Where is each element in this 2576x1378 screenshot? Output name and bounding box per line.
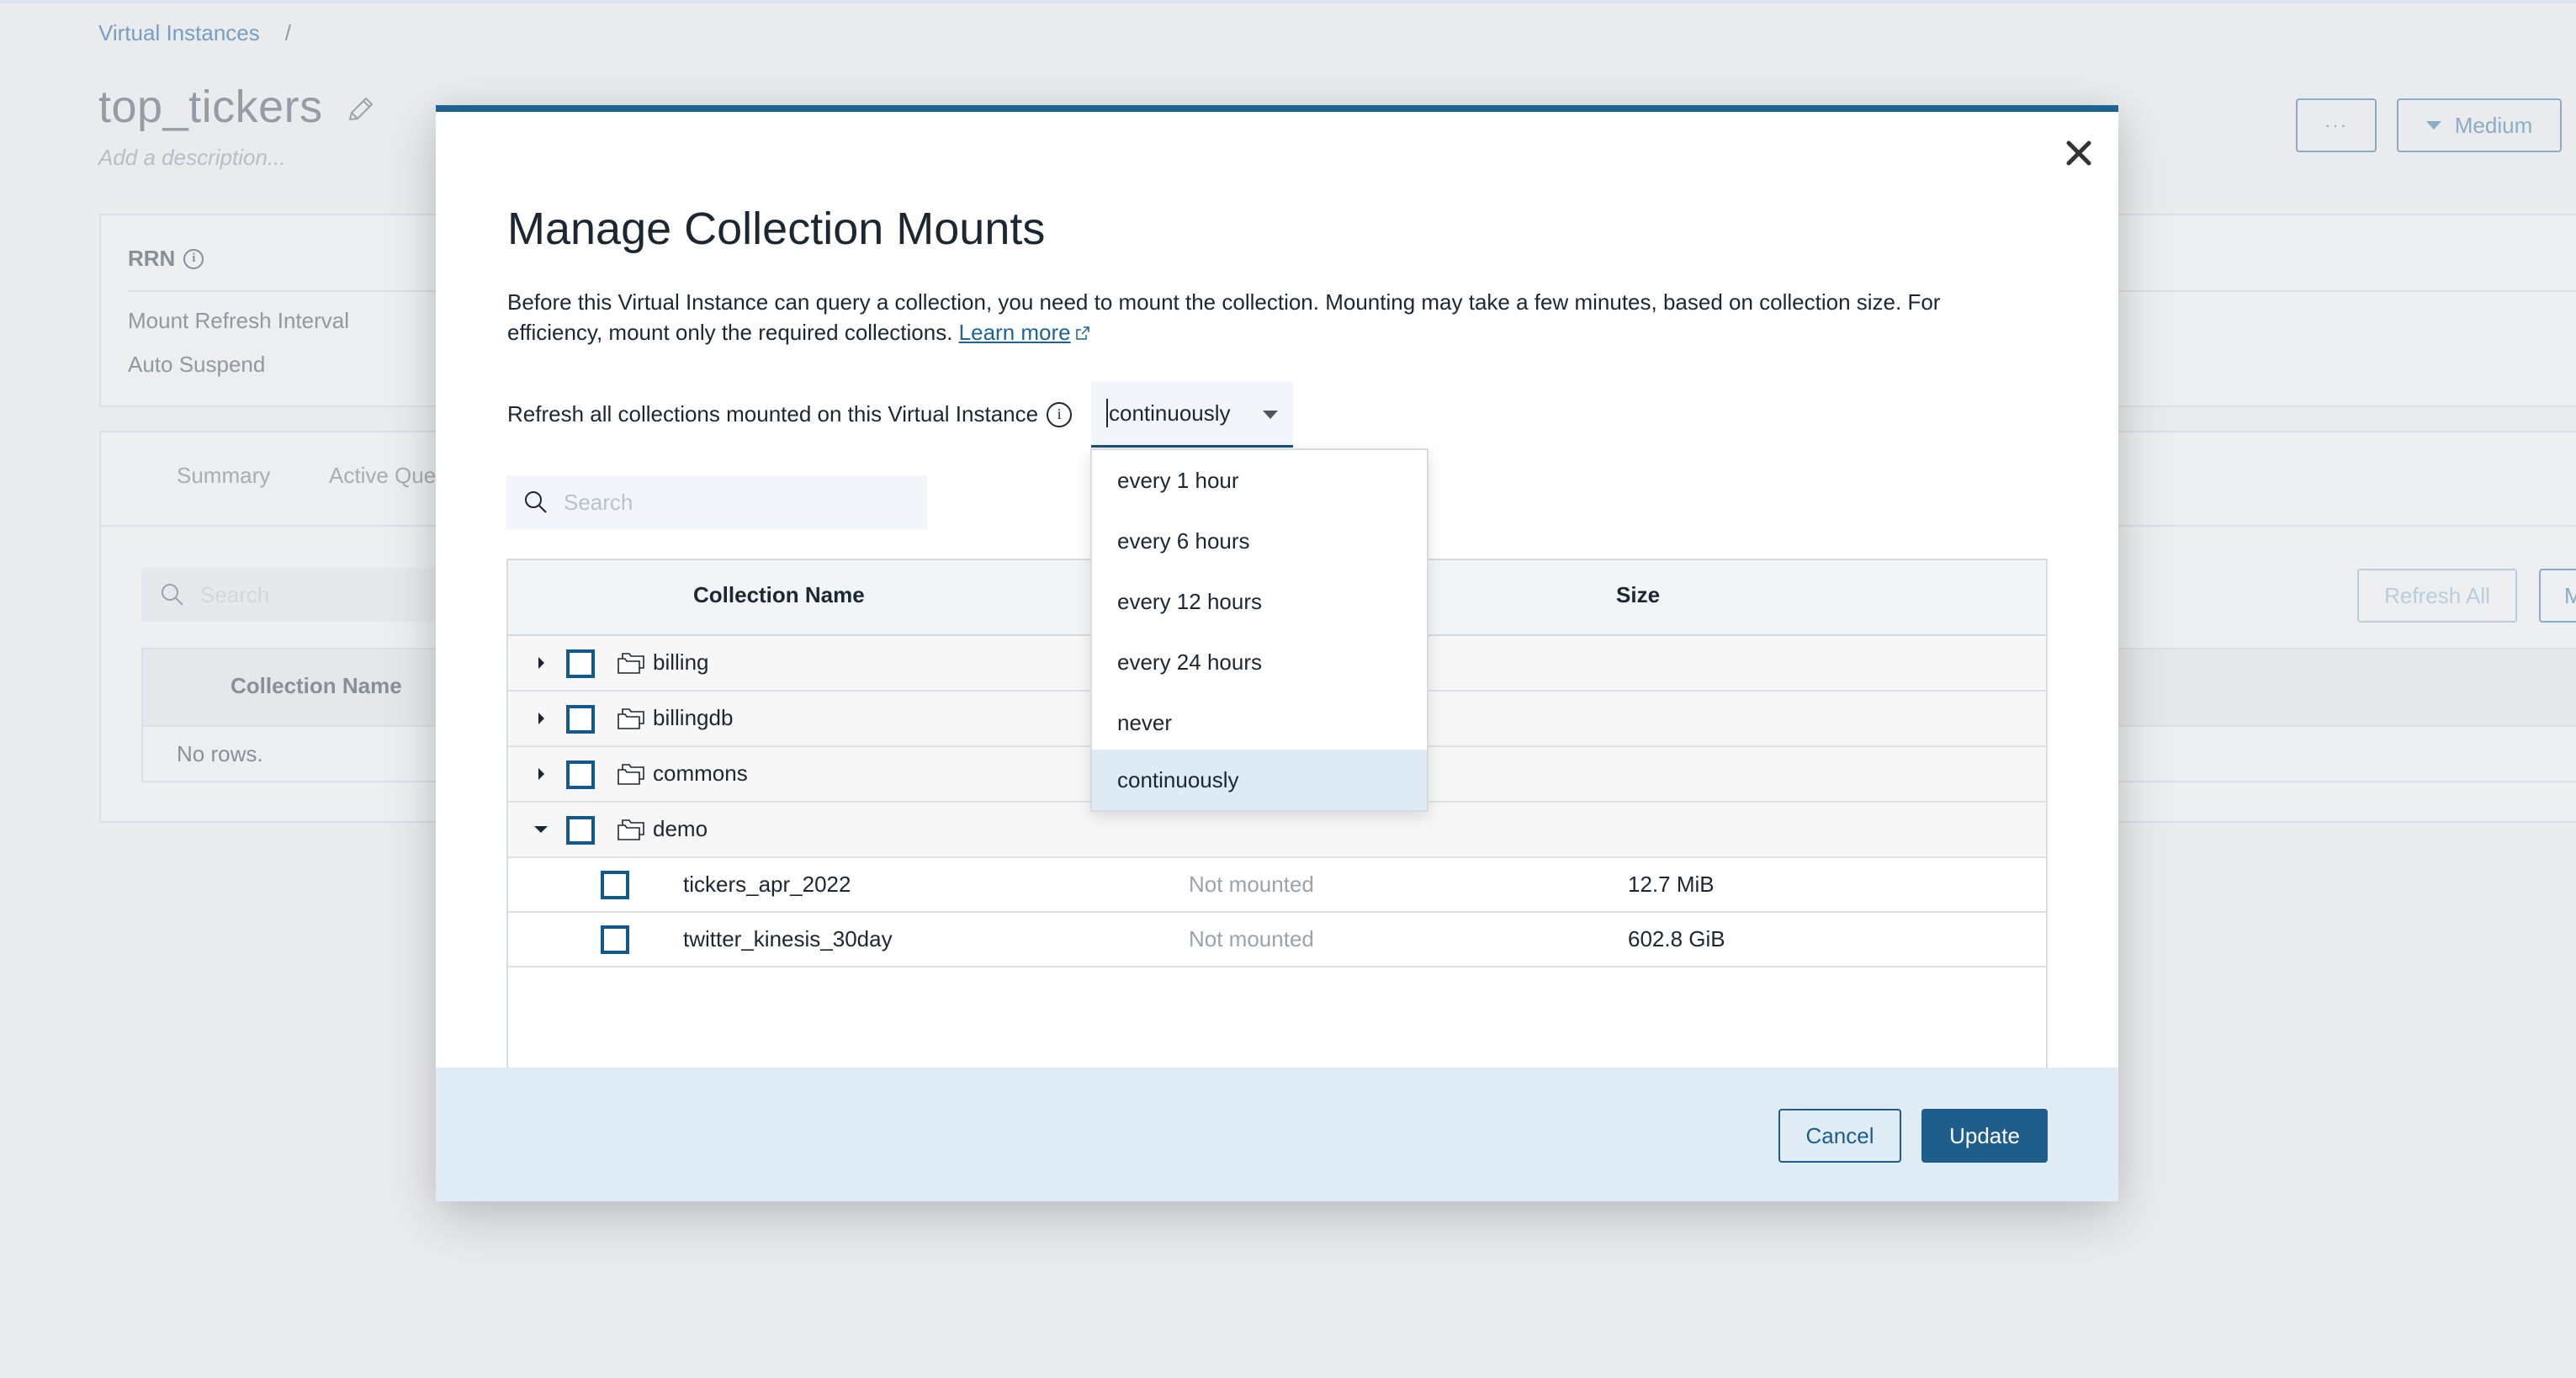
mount-status: Not mounted — [1189, 872, 1314, 897]
row-checkbox[interactable] — [566, 816, 595, 845]
row-checkbox[interactable] — [566, 705, 595, 734]
menu-item-continuously[interactable]: continuously — [1092, 750, 1427, 810]
folder-icon — [617, 708, 644, 729]
row-checkbox[interactable] — [601, 925, 629, 954]
workspace-name: commons — [653, 761, 748, 786]
external-link-icon — [1075, 326, 1089, 340]
manage-mounts-button[interactable]: M — [2539, 569, 2576, 623]
modal-title: Manage Collection Mounts — [507, 204, 1046, 254]
search-icon — [162, 584, 183, 606]
expand-toggle[interactable] — [533, 655, 549, 670]
breadcrumb-separator: / — [284, 20, 291, 45]
close-button[interactable] — [2059, 134, 2098, 172]
search-field[interactable] — [564, 489, 917, 516]
refresh-all-button[interactable]: Refresh All — [2357, 569, 2517, 623]
folder-icon — [617, 653, 644, 674]
search-icon — [525, 491, 547, 513]
info-icon[interactable]: i — [183, 248, 204, 269]
column-header-collection-name[interactable]: Collection Name — [231, 673, 402, 699]
info-icon[interactable]: i — [1047, 401, 1073, 427]
workspace-name: billing — [653, 649, 709, 675]
row-checkbox[interactable] — [601, 871, 629, 899]
breadcrumb-virtual-instances[interactable]: Virtual Instances — [98, 20, 260, 45]
folder-icon — [617, 819, 644, 840]
cancel-button[interactable]: Cancel — [1778, 1109, 1901, 1163]
auto-suspend-label: Auto Suspend — [128, 352, 266, 377]
selected-value: continuously — [1109, 400, 1231, 426]
pencil-icon[interactable] — [343, 94, 377, 128]
column-header-collection-name[interactable]: Collection Name — [693, 582, 865, 608]
menu-item-every-6-hours[interactable]: every 6 hours — [1092, 511, 1427, 571]
chevron-down-icon — [1263, 411, 1278, 419]
collection-size: 12.7 MiB — [1628, 872, 1715, 897]
refresh-label-text: Refresh all collections mounted on this … — [507, 401, 1039, 427]
caret-right-icon — [538, 768, 544, 780]
folder-icon — [617, 764, 644, 785]
collection-search-input[interactable] — [506, 475, 927, 529]
learn-more-text: Learn more — [958, 320, 1071, 345]
modal-footer: Cancel Update — [436, 1068, 2118, 1201]
tab-active-queries[interactable]: Active Que — [329, 463, 436, 489]
empty-state: No rows. — [177, 741, 263, 766]
refresh-interval-label: Refresh all collections mounted on this … — [507, 401, 1073, 427]
caret-down-icon — [534, 826, 548, 833]
caret-right-icon — [538, 713, 544, 724]
more-actions-button[interactable]: ··· — [2296, 98, 2377, 152]
caret-right-icon — [538, 657, 544, 669]
mount-status: Not mounted — [1189, 926, 1314, 951]
mount-refresh-interval-label: Mount Refresh Interval — [128, 308, 350, 333]
caret-down-icon — [2425, 121, 2441, 130]
modal-accent-bar — [436, 105, 2118, 112]
text-cursor — [1106, 399, 1108, 427]
top-strip — [0, 0, 2576, 3]
expand-toggle[interactable] — [533, 711, 549, 726]
description-placeholder[interactable]: Add a description... — [98, 145, 286, 171]
instance-size-label: Medium — [2454, 112, 2533, 138]
menu-item-never[interactable]: never — [1092, 692, 1427, 753]
close-icon — [2066, 140, 2091, 166]
collection-size: 602.8 GiB — [1628, 926, 1725, 951]
tab-summary[interactable]: Summary — [177, 463, 270, 489]
menu-item-every-12-hours[interactable]: every 12 hours — [1092, 571, 1427, 632]
rrn-text: RRN — [128, 246, 176, 271]
collection-name: tickers_apr_2022 — [683, 872, 851, 897]
table-row[interactable]: tickers_apr_2022 Not mounted 12.7 MiB — [508, 858, 2046, 913]
learn-more-link[interactable]: Learn more — [959, 320, 1091, 345]
description-text: Before this Virtual Instance can query a… — [507, 289, 1941, 345]
menu-item-every-1-hour[interactable]: every 1 hour — [1092, 450, 1427, 511]
table-row[interactable]: twitter_kinesis_30day Not mounted 602.8 … — [508, 913, 2046, 967]
breadcrumb: Virtual Instances / — [98, 20, 291, 46]
refresh-interval-menu: every 1 hour every 6 hours every 12 hour… — [1090, 448, 1428, 812]
rrn-label: RRN i — [128, 246, 204, 272]
page-title: top_tickers — [98, 82, 323, 132]
row-checkbox[interactable] — [566, 649, 595, 678]
collapse-toggle[interactable] — [533, 822, 549, 837]
manage-collection-mounts-modal: Manage Collection Mounts Before this Vir… — [436, 105, 2118, 1201]
modal-description: Before this Virtual Instance can query a… — [507, 287, 2022, 347]
collection-name: twitter_kinesis_30day — [683, 926, 893, 951]
search-placeholder: Search — [200, 581, 270, 607]
update-button[interactable]: Update — [1921, 1109, 2048, 1163]
instance-size-button[interactable]: Medium — [2397, 98, 2562, 152]
workspace-name: billingdb — [653, 705, 734, 730]
column-header-size[interactable]: Size — [1616, 582, 1660, 608]
workspace-name: demo — [653, 816, 708, 841]
row-checkbox[interactable] — [566, 761, 595, 789]
menu-item-every-24-hours[interactable]: every 24 hours — [1092, 632, 1427, 692]
refresh-interval-select[interactable]: continuously — [1091, 381, 1293, 448]
expand-toggle[interactable] — [533, 766, 549, 782]
